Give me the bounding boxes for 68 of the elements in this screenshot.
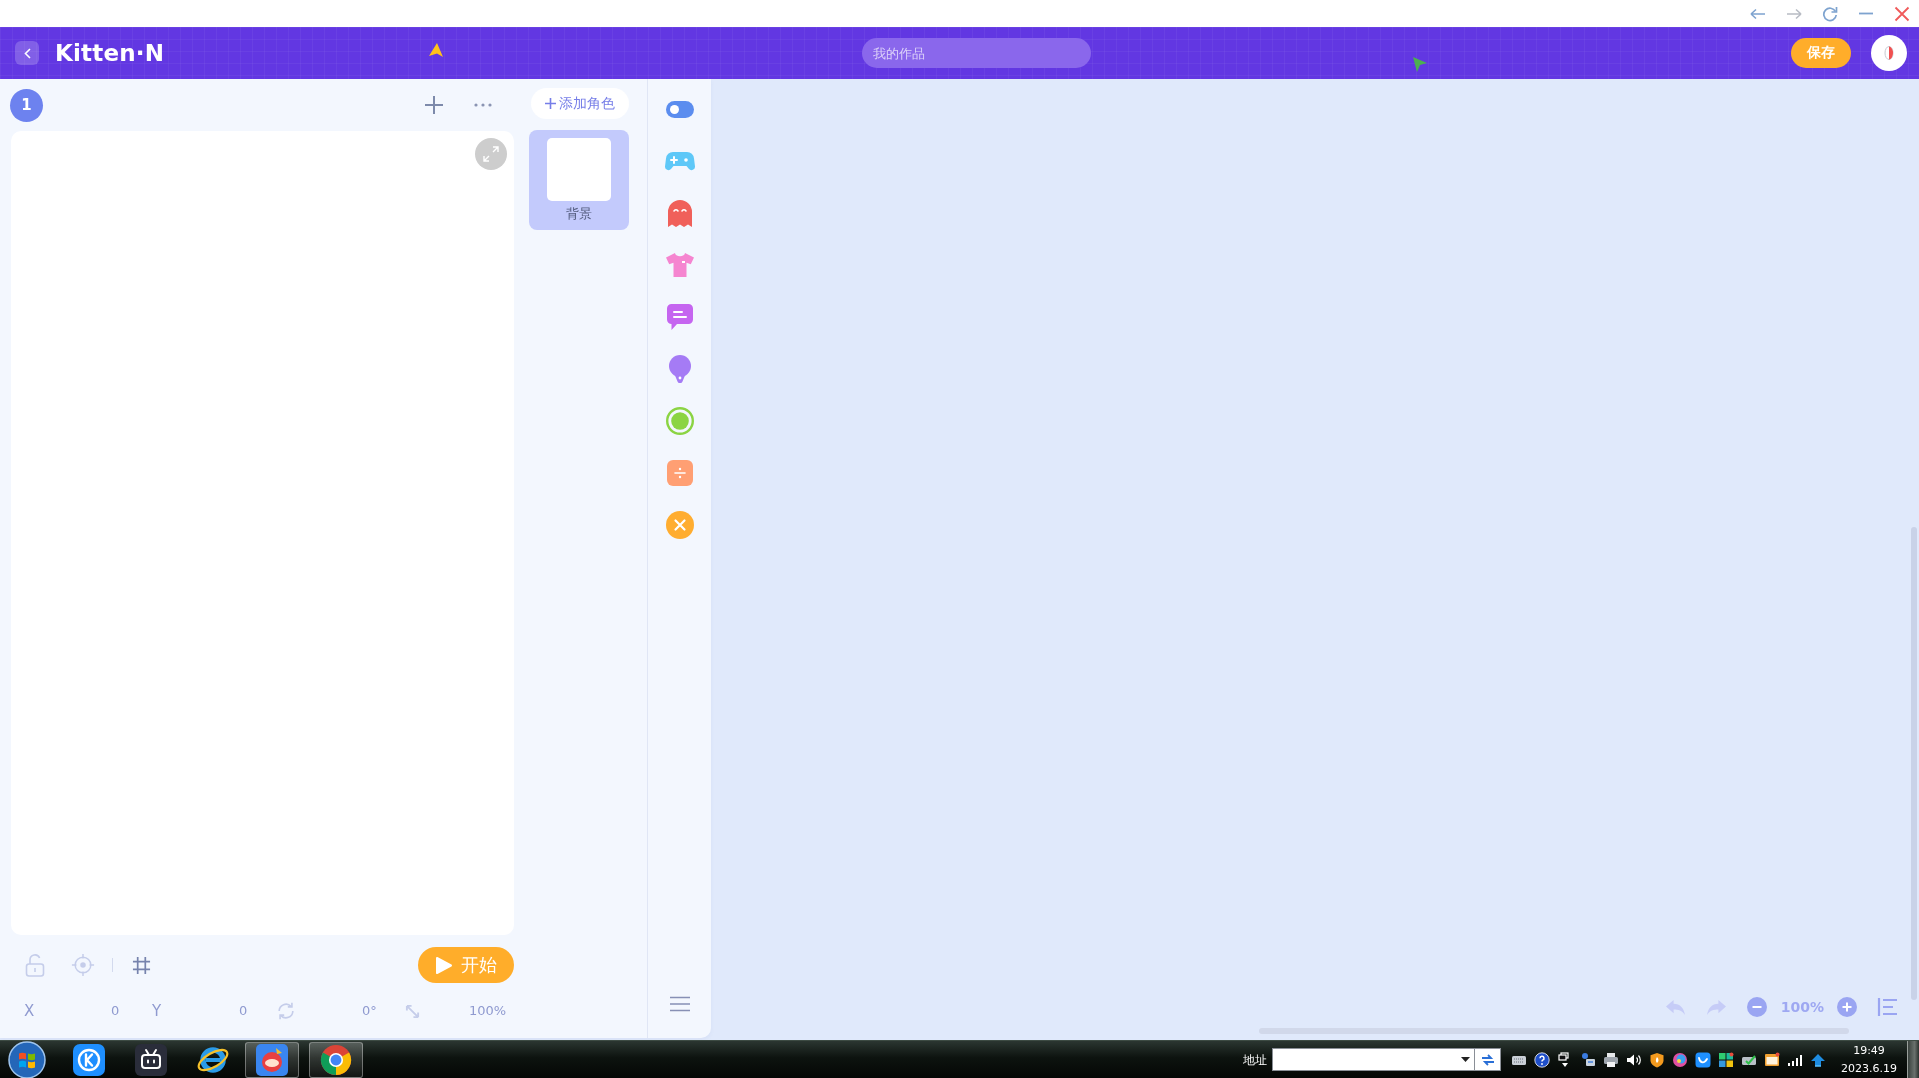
up-arrow-icon[interactable] (1810, 1051, 1826, 1068)
cursor-arrow-icon (1412, 56, 1428, 72)
menu-icon[interactable] (668, 996, 691, 1012)
reload-icon[interactable] (1822, 5, 1838, 22)
taskbar-button[interactable] (309, 1041, 363, 1078)
divide-icon[interactable] (666, 460, 693, 486)
logo-text: Kitten·N (55, 39, 165, 67)
play-icon (435, 955, 453, 975)
letter-logo-icon[interactable] (73, 1043, 105, 1076)
address-field[interactable] (1272, 1048, 1475, 1071)
gamepad-icon[interactable] (664, 151, 695, 171)
save-button[interactable]: 保存 (1791, 38, 1851, 68)
shirt-icon[interactable] (665, 253, 694, 277)
tiles-icon[interactable] (1718, 1051, 1734, 1068)
start-orb-icon[interactable] (8, 1040, 46, 1078)
align-left-icon[interactable] (1877, 997, 1899, 1017)
sprite-card[interactable]: 背景 (529, 130, 629, 230)
sprite-name: 背景 (566, 206, 592, 222)
grid-icon[interactable] (132, 955, 151, 975)
zoom-in-icon[interactable] (1837, 997, 1857, 1017)
address-label: 地址 (1243, 1051, 1267, 1068)
round-logo-icon[interactable] (320, 1043, 352, 1076)
forward-arrow-icon[interactable] (1786, 7, 1802, 20)
mascot-icon[interactable] (256, 1043, 288, 1076)
shield-icon[interactable] (1649, 1051, 1665, 1068)
show-desktop-button[interactable] (1907, 1041, 1919, 1078)
go-button[interactable] (1475, 1048, 1501, 1071)
search-field[interactable]: 我的作品 (862, 38, 1091, 68)
avatar-icon[interactable] (1871, 35, 1907, 71)
toggle-icon[interactable] (665, 100, 694, 118)
back-button[interactable] (15, 41, 39, 65)
y-value: 0 (239, 1002, 248, 1020)
printer-icon[interactable] (1603, 1051, 1619, 1068)
ghost-icon[interactable] (667, 199, 692, 227)
y-label: Y (152, 1002, 162, 1020)
sprite-thumbnail (547, 138, 611, 201)
close-icon[interactable] (1894, 5, 1910, 22)
help-icon[interactable] (1534, 1051, 1550, 1068)
network-icon[interactable] (1580, 1051, 1596, 1068)
scene-badge[interactable]: 1 (10, 88, 43, 122)
scale-value: 100% (469, 1002, 507, 1020)
chat-bubble-icon[interactable] (666, 304, 693, 330)
zoom-level: 100% (1780, 998, 1824, 1016)
start-button[interactable]: 开始 (418, 947, 514, 983)
chevron-left-icon (23, 47, 31, 59)
x-label: X (24, 1002, 35, 1020)
rotation-value: 0° (362, 1002, 377, 1020)
minimize-icon[interactable] (1858, 12, 1874, 15)
robot-icon[interactable] (135, 1043, 167, 1076)
plus-icon (545, 98, 556, 109)
back-arrow-icon[interactable] (1750, 7, 1766, 20)
ring-icon[interactable] (665, 407, 694, 435)
swap-arrows-icon (1479, 1052, 1496, 1067)
window-icon[interactable] (1764, 1051, 1780, 1068)
circle-logo-icon[interactable] (1672, 1051, 1688, 1068)
bulb-icon[interactable] (667, 355, 692, 383)
smile-app-icon[interactable] (1695, 1051, 1711, 1068)
taskbar-button[interactable] (245, 1041, 299, 1078)
more-icon[interactable] (474, 103, 492, 107)
add-sprite-button[interactable]: 添加角色 (531, 88, 629, 119)
zoom-out-icon[interactable] (1746, 997, 1767, 1017)
clock-date: 2023.6.19 (1841, 1060, 1897, 1077)
x-value: 0 (111, 1002, 120, 1020)
dropdown-caret-icon[interactable] (1461, 1057, 1470, 1062)
plus-icon[interactable] (424, 95, 444, 115)
cross-circle-icon[interactable] (665, 511, 694, 539)
arrowhead-icon (428, 42, 444, 58)
clock-time: 19:49 (1853, 1042, 1885, 1059)
